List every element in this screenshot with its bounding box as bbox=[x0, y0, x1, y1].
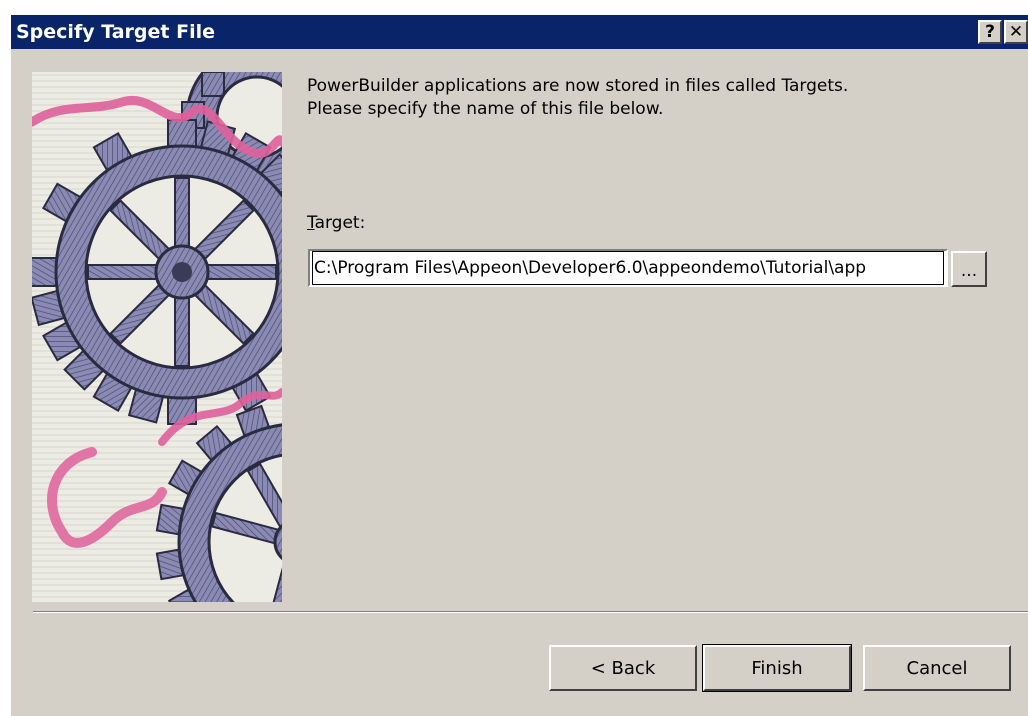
help-icon: ? bbox=[985, 21, 995, 42]
cancel-button[interactable]: Cancel bbox=[863, 645, 1011, 691]
gears-icon bbox=[32, 72, 282, 602]
cancel-button-label: Cancel bbox=[906, 657, 968, 679]
back-button[interactable]: < Back bbox=[549, 645, 697, 691]
gears-illustration bbox=[32, 72, 282, 602]
close-button[interactable]: ✕ bbox=[1004, 20, 1028, 44]
target-label: Target: bbox=[307, 213, 365, 233]
close-icon: ✕ bbox=[1008, 21, 1024, 42]
intro-line-2: Please specify the name of this file bel… bbox=[307, 99, 664, 119]
browse-button-label: ... bbox=[960, 261, 978, 281]
target-file-input[interactable]: C:\Program Files\Appeon\Developer6.0\app… bbox=[308, 249, 948, 287]
finish-button-label: Finish bbox=[751, 657, 803, 679]
window-title: Specify Target File bbox=[16, 21, 215, 43]
browse-button[interactable]: ... bbox=[951, 251, 987, 287]
intro-text: PowerBuilder applications are now stored… bbox=[307, 75, 848, 121]
back-button-label: < Back bbox=[590, 657, 656, 679]
help-button[interactable]: ? bbox=[978, 20, 1002, 44]
intro-line-1: PowerBuilder applications are now stored… bbox=[307, 76, 849, 96]
finish-button[interactable]: Finish bbox=[702, 644, 852, 692]
separator bbox=[33, 611, 1028, 613]
specify-target-dialog: Specify Target File ? ✕ PowerBuilder app… bbox=[10, 14, 1028, 716]
target-label-mnemonic: T bbox=[307, 213, 315, 233]
target-file-value: C:\Program Files\Appeon\Developer6.0\app… bbox=[312, 251, 944, 285]
target-label-rest: arget: bbox=[314, 213, 366, 233]
title-bar: Specify Target File ? ✕ bbox=[11, 15, 1028, 49]
